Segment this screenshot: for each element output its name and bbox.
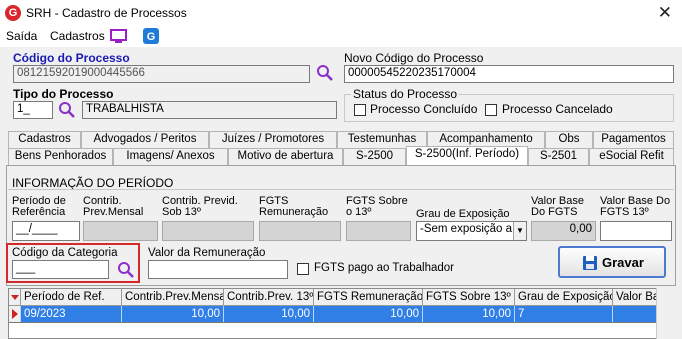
cell-periodo[interactable]: 09/2023 [21,306,122,322]
valor-remuneracao-label: Valor da Remuneração [148,247,266,259]
title-bar: G SRH - Cadastro de Processos ✕ [0,0,682,27]
search-icon[interactable] [316,64,334,85]
contrib-prev-mensal-field [83,221,158,241]
novo-codigo-field[interactable]: 00000545220235170004 [344,65,674,83]
menu-bar: Saída Cadastros G [0,27,682,47]
gravar-button[interactable]: Gravar [558,246,666,278]
valor-base-fgts13-field[interactable] [600,221,672,241]
periodo-referencia-field[interactable]: __/____ [12,221,80,241]
tab-advogados-peritos[interactable]: Advogados / Peritos [81,131,209,148]
codigo-processo-label: Código do Processo [13,51,130,65]
grid-col-periodo[interactable]: Período de Ref. [21,289,122,306]
processo-concluido-label: Processo Concluído [370,102,478,116]
tab-bens-penhorados[interactable]: Bens Penhorados [8,148,113,165]
tab-s2500[interactable]: S-2500 [343,148,406,165]
tab-imagens-anexos[interactable]: Imagens/ Anexos [113,148,228,165]
codigo-categoria-label: Código da Categoria [12,247,118,259]
tab-pagamentos[interactable]: Pagamentos [593,131,674,148]
chevron-down-icon[interactable]: ▼ [513,222,526,240]
contrib-previd-13-label: Contrib. Previd. Sob 13º [162,195,238,218]
fgts-pago-label: FGTS pago ao Trabalhador [314,262,454,274]
panel-divider [8,189,674,190]
grid-col-grau[interactable]: Grau de Exposição [515,289,613,306]
fgts-pago-checkbox[interactable] [297,263,309,275]
fgts-remuneracao-label: FGTS Remuneração [259,195,329,218]
periodo-grid[interactable]: Período de Ref. Contrib.Prev.Mensal Cont… [8,288,674,339]
valor-remuneracao-field[interactable] [148,260,288,279]
app-shortcut-icon[interactable]: G [143,28,159,47]
tipo-processo-code-field[interactable]: 1_ [13,101,53,119]
status-group-title: Status do Processo [351,87,460,101]
grid-col-fgts-rem[interactable]: FGTS Remuneração [314,289,423,306]
tab-obs[interactable]: Obs [545,131,593,148]
codigo-processo-field[interactable]: 08121592019000445566 [13,65,310,83]
monitor-icon[interactable] [110,29,127,47]
processo-concluido-checkbox[interactable] [354,104,366,116]
panel-title: INFORMAÇÃO DO PERÍODO [12,176,174,190]
tab-juizes-promotores[interactable]: Juízes / Promotores [209,131,337,148]
tab-motivo-abertura[interactable]: Motivo de abertura [228,148,343,165]
grau-exposicao-select[interactable]: -Sem exposição a [416,221,527,241]
menu-item-cadastros[interactable]: Cadastros [50,29,105,43]
valor-base-fgts13-label: Valor Base Do FGTS 13º [600,195,671,218]
processo-cancelado-label: Processo Cancelado [502,102,613,116]
tab-esocial-refit[interactable]: eSocial Refit [589,148,674,165]
tab-cadastros[interactable]: Cadastros [8,131,81,148]
save-icon [582,255,598,274]
cell-fgts-13[interactable]: 10,00 [423,306,515,322]
fgts-sobre-13-field [346,221,411,241]
search-icon[interactable] [117,261,135,282]
tipo-processo-label: Tipo do Processo [13,87,114,101]
row-indicator-icon [9,306,21,322]
grid-scrollbar[interactable] [656,288,674,339]
codigo-categoria-field[interactable]: ___ [12,260,109,279]
grid-col-fgts-13[interactable]: FGTS Sobre 13º [423,289,515,306]
close-button[interactable]: ✕ [658,3,672,23]
sort-indicator-icon [9,289,21,306]
cell-fgts-rem[interactable]: 10,00 [314,306,423,322]
cell-grau[interactable]: 7 [515,306,613,322]
grid-header: Período de Ref. Contrib.Prev.Mensal Cont… [9,289,673,306]
valor-base-fgts-field: 0,00 [531,221,596,241]
tab-s2501[interactable]: S-2501 [528,148,589,165]
fgts-remuneracao-field [259,221,341,241]
search-icon[interactable] [58,101,76,122]
tipo-processo-description: TRABALHISTA [82,101,337,119]
fgts-sobre-13-label: FGTS Sobre o 13º [346,195,408,218]
app-logo-icon: G [5,5,21,21]
contrib-prev-mensal-label: Contrib. Prev.Mensal [83,195,144,218]
tab-s2500-inf-periodo[interactable]: S-2500(Inf. Período) [406,146,528,165]
processo-cancelado-checkbox[interactable] [485,104,497,116]
novo-codigo-label: Novo Código do Processo [344,51,484,65]
cell-contrib-mensal[interactable]: 10,00 [122,306,224,322]
contrib-previd-13-field [162,221,254,241]
cell-contrib-13[interactable]: 10,00 [224,306,314,322]
grau-exposicao-label: Grau de Exposição [416,208,510,220]
periodo-referencia-label: Período de Referência [12,195,66,218]
window-title: SRH - Cadastro de Processos [26,6,187,20]
grid-col-contrib-mensal[interactable]: Contrib.Prev.Mensal [122,289,224,306]
gravar-label: Gravar [602,255,644,270]
table-row[interactable]: 09/2023 10,00 10,00 10,00 10,00 7 [9,306,673,323]
svg-text:G: G [147,31,156,43]
grid-col-contrib-13[interactable]: Contrib.Prev. 13º [224,289,314,306]
menu-item-saida[interactable]: Saída [6,29,37,43]
valor-base-fgts-label: Valor Base Do FGTS [531,195,584,218]
